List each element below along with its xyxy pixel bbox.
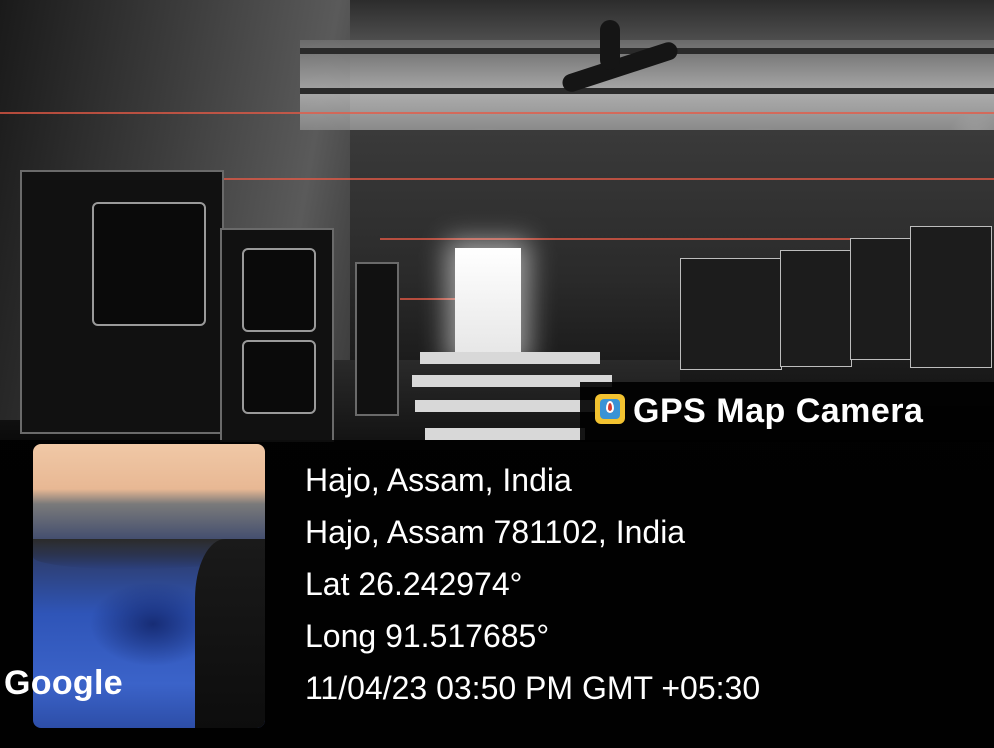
- scan-line: [200, 178, 994, 180]
- map-pin-app-icon: [595, 394, 625, 424]
- cabinet: [220, 228, 334, 442]
- cabinet: [20, 170, 224, 434]
- address-line: Hajo, Assam 781102, India: [305, 514, 686, 550]
- ceiling-beam: [300, 88, 994, 94]
- cabinet: [355, 262, 399, 416]
- shelf-unit: [850, 238, 912, 360]
- longitude-line: Long 91.517685°: [305, 618, 550, 654]
- map-terrain: [195, 539, 265, 728]
- shelf-unit: [910, 226, 992, 368]
- bright-doorway: [455, 248, 521, 358]
- shelf-unit: [680, 258, 782, 370]
- timestamp-line: 11/04/23 03:50 PM GMT +05:30: [305, 670, 761, 706]
- geotagged-photo: GPS Map Camera Google Hajo, Assam, India…: [0, 0, 994, 748]
- scan-line: [380, 238, 880, 240]
- location-title: Hajo, Assam, India: [305, 462, 572, 498]
- map-provider-label: Google: [4, 664, 123, 702]
- app-badge-label: GPS Map Camera: [633, 392, 924, 430]
- latitude-line: Lat 26.242974°: [305, 566, 523, 602]
- ceiling-fan-rod: [600, 20, 620, 70]
- scan-line: [400, 298, 460, 300]
- bench: [415, 400, 595, 412]
- shelf-unit: [780, 250, 852, 367]
- bench: [420, 352, 600, 364]
- bench: [425, 428, 585, 440]
- scan-line: [0, 112, 994, 114]
